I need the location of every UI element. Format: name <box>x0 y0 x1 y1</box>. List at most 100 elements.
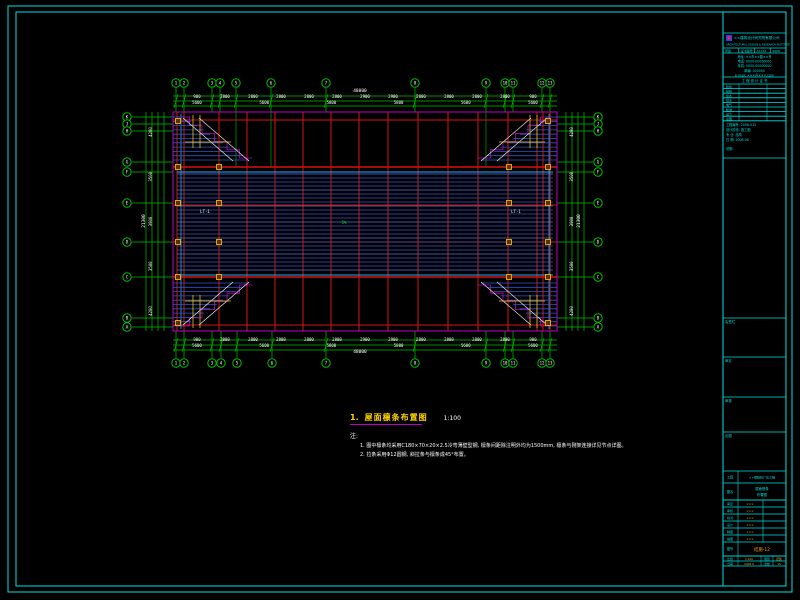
dim-text: 5800 <box>394 100 404 105</box>
dim-text: 900 <box>529 337 537 342</box>
dim-text: 3500 <box>148 261 153 271</box>
signoff-label: 校对 <box>727 515 733 520</box>
dim-text: 2800 <box>220 94 230 99</box>
brace-line <box>199 118 249 161</box>
section-label: 审定 <box>725 358 732 363</box>
dim-text: 900 <box>529 94 537 99</box>
dim-overall-left: 21300 <box>141 214 147 228</box>
extra-value: 结施 <box>776 557 782 561</box>
dim-text: 2800 <box>444 94 454 99</box>
brace-line <box>183 282 233 325</box>
dim-text: 2800 <box>332 94 342 99</box>
plan-inner-label: 5% <box>342 220 347 225</box>
dim-text: 5600 <box>259 343 269 348</box>
company-logo-mark <box>728 37 731 40</box>
cert-table-row-label: 给水 <box>726 93 732 98</box>
dim-text: 3500 <box>148 171 153 181</box>
connection-square <box>176 201 181 206</box>
axis-bubble-label: 13 <box>548 361 553 366</box>
extra-label: 图别 <box>764 557 770 561</box>
dim-text: 2800 <box>276 94 286 99</box>
sheetname-value: 布置图 <box>757 492 768 497</box>
dim-text: 2900 <box>360 94 370 99</box>
dim-text: 900 <box>193 337 201 342</box>
outer-frame <box>8 6 792 592</box>
figure-scale: 1:100 <box>444 415 461 422</box>
axis-bubble-label: J <box>126 122 128 127</box>
dim-text: 5600 <box>528 100 538 105</box>
extra-value: 2008.6 <box>744 562 754 566</box>
dim-overall-right: 21300 <box>576 214 582 228</box>
connection-square <box>507 201 512 206</box>
extra-value: 15 <box>777 562 781 566</box>
address-line: 邮编: 000000 <box>744 68 765 73</box>
inner-frame <box>16 12 786 586</box>
section-label: 会签栏 <box>725 319 736 324</box>
axis-bubble-label: 13 <box>548 81 553 86</box>
dim-overall-bottom: 48000 <box>353 349 367 355</box>
dim-text: 5600 <box>528 343 538 348</box>
hip-step-line <box>177 117 252 158</box>
axis-bubble-label: 11 <box>511 81 516 86</box>
note-line: 1. 图中檩条均采用C180×70×20×2.5冷弯薄壁型钢, 檩条间距除注明外… <box>360 442 770 449</box>
cad-canvas: 1234567891011121312345678910111213KJHGFE… <box>0 0 800 600</box>
info-line: 专 业: 结构 <box>726 132 742 137</box>
dim-text: 2800 <box>472 337 482 342</box>
cert-table-row-label: 建筑 <box>726 84 732 89</box>
signoff-label: 制图 <box>727 529 733 534</box>
brace-line <box>199 282 249 325</box>
drawing-sheet: 1234567891011121312345678910111213KJHGFE… <box>0 0 800 600</box>
connection-square <box>176 275 181 280</box>
info-line: 设计阶段: 施工图 <box>726 127 750 132</box>
connection-square <box>546 275 551 280</box>
dim-text: 2800 <box>444 337 454 342</box>
company-name: ××建筑设计研究院有限公司 <box>734 35 780 40</box>
dim-text: 2800 <box>220 337 230 342</box>
extra-label: 日期 <box>727 562 733 566</box>
extra-label: 张数 <box>764 562 770 566</box>
address-line: 地址: ××市××路××号 <box>737 54 771 59</box>
signoff-label: 描图 <box>727 536 733 541</box>
dim-text: 5600 <box>192 100 202 105</box>
signoff-value: ××× <box>746 537 754 541</box>
signoff-value: ××× <box>746 523 754 527</box>
cert-table-row-label: 电气 <box>726 102 732 107</box>
dim-text: 4200 <box>569 127 574 137</box>
cert-cell: 2008 <box>772 49 780 53</box>
connection-square <box>507 240 512 245</box>
dim-text: 4200 <box>569 306 574 316</box>
brace-line <box>497 118 547 161</box>
address-line: 电话: 0000-00000000 <box>738 59 772 64</box>
dim-text: 5600 <box>461 343 471 348</box>
hip-step-line <box>478 285 553 326</box>
signoff-value: ××× <box>746 530 754 534</box>
signoff-label: 审定 <box>727 501 733 506</box>
dim-text: 5600 <box>192 343 202 348</box>
brace-line <box>183 118 233 161</box>
connection-square <box>507 165 512 170</box>
dim-text: 5800 <box>327 343 337 348</box>
dim-text: 2800 <box>416 94 426 99</box>
dim-text: 3900 <box>569 216 574 226</box>
project-label: 工程 <box>727 475 734 480</box>
dim-text: 2900 <box>388 94 398 99</box>
connection-square <box>176 321 181 326</box>
cert-cell: A1234 <box>757 49 767 53</box>
dim-overall-top: 48000 <box>353 88 367 94</box>
signoff-value: ××× <box>746 502 754 506</box>
notes-heading: 注: <box>350 431 770 440</box>
dim-text: 2800 <box>332 337 342 342</box>
dim-text: 2800 <box>304 94 314 99</box>
company-name-en: ARCHITECTURAL DESIGN & RESEARCH INSTITUT… <box>726 43 790 47</box>
dim-text: 5600 <box>461 100 471 105</box>
dim-text: 5600 <box>259 100 269 105</box>
connection-square <box>507 275 512 280</box>
signoff-value: ××× <box>746 509 754 513</box>
signoff-label: 审核 <box>727 508 733 513</box>
sheetname-label: 图名 <box>727 489 733 494</box>
dim-text: 2900 <box>388 337 398 342</box>
dim-text: 2800 <box>500 337 510 342</box>
brace-line <box>497 282 547 325</box>
dim-text: 900 <box>193 94 201 99</box>
axis-bubble-label: 12 <box>540 361 545 366</box>
